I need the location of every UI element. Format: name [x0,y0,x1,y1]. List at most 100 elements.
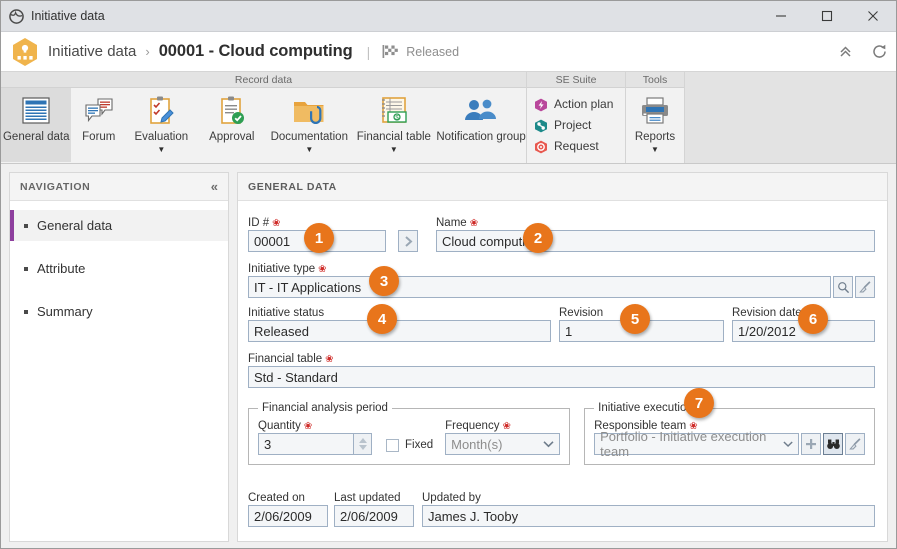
created-on-field: 2/06/2009 [248,505,328,527]
quantity-spin-buttons[interactable] [354,433,372,455]
responsible-team-find-button[interactable] [823,433,843,455]
row-audit: Created on 2/06/2009 Last updated 2/06/2… [248,492,875,527]
spinner-down-icon [358,445,367,450]
sidebar-item-general-data[interactable]: General data [10,210,228,241]
magnifier-icon [837,281,849,293]
ribbon-button-label: Notification group [436,131,526,143]
field-group-updated-by: Updated by James J. Tooby [422,492,875,527]
request-icon [535,140,547,153]
quantity-field[interactable]: 3 [258,433,354,455]
ribbon-button-label: Evaluation [134,131,189,143]
ribbon-button-label: Approval [209,131,255,143]
required-marker-icon: ❀ [502,421,511,432]
se-suite-item-request[interactable]: Request [534,136,623,157]
ribbon-button-reports[interactable]: Reports ▼ [626,88,684,162]
page-title: GENERAL DATA [248,180,337,193]
sidebar-item-summary[interactable]: Summary [10,296,228,327]
general-data-form: ID # ❀ 00001 Name ❀ Cloud computing Init… [238,201,887,541]
financial-table-label: Financial table [248,353,323,365]
quantity-label-wrap: Quantity ❀ [258,418,372,433]
people-group-icon [462,93,500,129]
initiative-status-label: Initiative status [248,307,325,319]
name-label-wrap: Name ❀ [436,215,875,230]
maximize-button[interactable] [804,1,850,31]
fixed-checkbox[interactable] [386,439,399,452]
fixed-label: Fixed [405,439,434,451]
se-suite-item-action-plan[interactable]: Action plan [534,94,623,115]
ribbon-group-tools: Tools Reports ▼ [626,72,684,163]
initiative-type-clear-button[interactable] [855,276,875,298]
initiative-type-search-button[interactable] [833,276,853,298]
row-id-name: ID # ❀ 00001 Name ❀ Cloud computing [248,215,875,252]
ribbon-group-title: SE Suite [527,72,625,88]
ribbon-button-notification-group[interactable]: Notification group [436,88,526,162]
chevron-down-icon [543,441,554,448]
financial-analysis-row: Quantity ❀ 3 Fixed Frequency ❀ Month(s) [258,418,561,455]
close-button[interactable] [850,1,896,31]
row-status-revision: Initiative status Released Revision 1 Re… [248,307,875,342]
chevron-double-left-icon[interactable]: « [211,179,218,194]
sidebar-item-attribute[interactable]: Attribute [10,253,228,284]
breadcrumb-root[interactable]: Initiative data [48,43,136,60]
navigation-title: NAVIGATION [20,180,91,193]
field-group-last-updated: Last updated 2/06/2009 [334,492,414,527]
minimize-button[interactable] [758,1,804,31]
document-lines-icon [19,93,53,129]
ribbon-button-label: General data [2,131,70,143]
brush-clear-icon [848,437,860,449]
ribbon-button-forum[interactable]: Forum [71,88,126,162]
responsible-team-value: Portfolio - Initiative execution team [600,429,767,459]
row-financial-table: Financial table ❀ Std - Standard [248,351,875,388]
se-suite-list: Action plan Project Request [527,88,623,157]
field-group-initiative-status: Initiative status Released [248,307,551,342]
chevron-down-icon[interactable]: ▼ [157,145,165,154]
responsible-team-row: Portfolio - Initiative execution team [594,429,865,459]
quantity-stepper[interactable]: 3 [258,433,372,455]
printer-icon [638,93,672,129]
initiative-status-field[interactable]: Released [248,320,551,342]
fieldset-initiative-execution: Initiative execution Responsible team ❀ P… [584,402,875,465]
callout-badge-4: 4 [367,304,397,334]
field-group-created-on: Created on 2/06/2009 [248,492,328,527]
ribbon-button-financial-table[interactable]: $ Financial table ▼ [352,88,437,162]
sidebar-item-label: Summary [37,304,93,319]
name-field[interactable]: Cloud computing [436,230,875,252]
field-group-financial-table: Financial table ❀ Std - Standard [248,351,875,388]
financial-table-label-wrap: Financial table ❀ [248,351,875,366]
ribbon-button-evaluation[interactable]: Evaluation ▼ [126,88,196,162]
responsible-team-add-button[interactable] [801,433,821,455]
financial-table-field[interactable]: Std - Standard [248,366,875,388]
collapse-ribbon-button[interactable] [828,37,862,67]
app-icon [1,8,31,24]
field-group-frequency: Frequency ❀ Month(s) [445,418,561,455]
ribbon-group-record-data: Record data General data Forum Evaluatio… [1,72,526,163]
action-plan-icon [535,98,547,111]
clipboard-check-icon [215,93,249,129]
callout-badge-1: 1 [304,223,334,253]
chevron-down-icon [783,441,793,448]
chevron-down-icon[interactable]: ▼ [390,145,398,154]
ribbon-button-general-data[interactable]: General data [1,88,72,162]
ribbon-button-documentation[interactable]: Documentation ▼ [267,88,352,162]
breadcrumb-divider: | [366,43,371,60]
responsible-team-clear-button[interactable] [845,433,865,455]
se-suite-item-project[interactable]: Project [534,115,623,136]
chevron-down-icon[interactable]: ▼ [651,145,659,154]
fixed-checkbox-wrap[interactable]: Fixed [386,439,433,455]
se-suite-item-label: Action plan [554,97,614,111]
refresh-button[interactable] [862,37,896,67]
updated-by-label: Updated by [422,492,481,504]
project-icon [535,119,547,132]
frequency-select[interactable]: Month(s) [445,433,561,455]
required-marker-icon: ❀ [325,354,334,365]
responsible-team-select[interactable]: Portfolio - Initiative execution team [594,429,799,459]
initiative-hexagon-icon [11,37,39,67]
bullet-icon [24,309,28,314]
id-next-button[interactable] [398,230,418,252]
frequency-value: Month(s) [451,436,503,452]
initiative-type-field[interactable]: IT - IT Applications [248,276,831,298]
clipboard-pencil-icon [144,93,178,129]
chevron-down-icon[interactable]: ▼ [305,145,313,154]
window-title: Initiative data [31,9,105,23]
ribbon-button-approval[interactable]: Approval [197,88,267,162]
